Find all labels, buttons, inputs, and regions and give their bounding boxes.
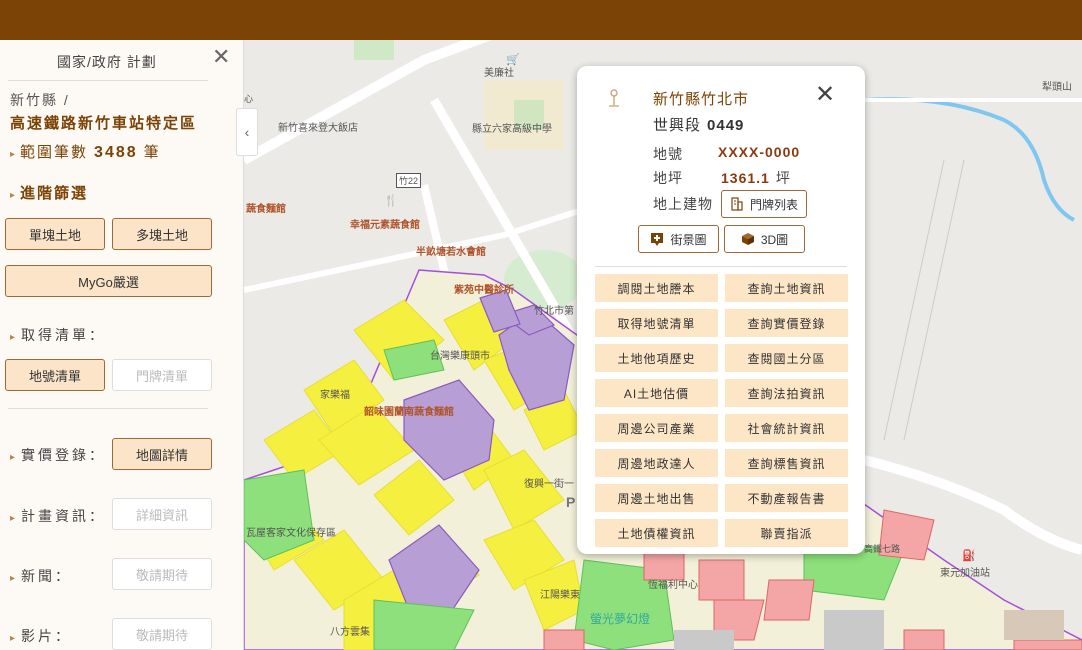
action-nearby-companies[interactable]: 周邊公司產業 — [595, 414, 718, 442]
popup-section: 世興段 0449 — [653, 117, 745, 134]
range-unit: 筆 — [143, 144, 161, 161]
parking-icon: P — [566, 494, 576, 510]
restaurant-icon: 🍴 — [384, 195, 398, 207]
action-land-transcript[interactable]: 調閱土地謄本 — [595, 274, 718, 302]
action-price-registry[interactable]: 查詢實價登錄 — [725, 309, 848, 337]
cube-icon — [741, 233, 754, 245]
building-icon — [731, 197, 743, 211]
map-label-hengfu: 恆福利中心 — [648, 580, 698, 591]
close-icon[interactable]: ✕ — [815, 80, 835, 110]
triangle-icon: ▸ — [10, 332, 19, 343]
video-pending-button: 敬請期待 — [112, 618, 212, 650]
advanced-filter-label: 進階篩選 — [20, 185, 89, 202]
map-label: 心 — [244, 94, 254, 104]
action-property-report[interactable]: 不動產報告書 — [725, 484, 848, 512]
top-bar — [0, 0, 1082, 40]
range-label: 範圍筆數 — [20, 144, 89, 161]
map-detail-button[interactable]: 地圖詳情 — [112, 438, 212, 470]
divider — [595, 266, 847, 267]
map-label-gaotie: 高鐵七路 — [864, 544, 901, 554]
mygo-button[interactable]: MyGo嚴選 — [5, 265, 212, 297]
advanced-filter[interactable]: ▸ 進階篩選 — [10, 182, 88, 203]
door-list-button: 門牌清單 — [112, 359, 212, 391]
close-icon[interactable]: ✕ — [212, 45, 230, 69]
plan-detail-button: 詳細資訊 — [112, 498, 212, 530]
multi-land-button[interactable]: 多塊土地 — [112, 218, 212, 250]
action-land-claims[interactable]: 土地債權資訊 — [595, 519, 718, 547]
action-lot-list[interactable]: 取得地號清單 — [595, 309, 718, 337]
action-land-history[interactable]: 土地他項歷史 — [595, 344, 718, 372]
sidebar-panel: 國家/政府 計劃 ✕ 新竹縣 / 高速鐵路新竹車站特定區 ▸ 範圍筆數 3488 筆 … — [0, 40, 244, 650]
range-count: ▸ 範圍筆數 3488 筆 — [10, 141, 161, 162]
get-list-label: ▸ 取得清單： — [10, 327, 107, 343]
map-label-meilianshe: 美廉社 — [484, 68, 514, 79]
map-label-jiale: 家樂福 — [320, 390, 350, 401]
lot-key: 地號 — [653, 146, 683, 162]
action-nearby-agents[interactable]: 周邊地政達人 — [595, 449, 718, 477]
map-label-road-zhu22: 竹22 — [396, 173, 422, 188]
triangle-icon: ▸ — [10, 573, 19, 584]
action-auction-info[interactable]: 查詢法拍資訊 — [725, 379, 848, 407]
action-nearby-sale[interactable]: 周邊土地出售 — [595, 484, 718, 512]
map-label-lightpark: 螢光夢幻燈 — [590, 612, 651, 626]
map-label-fuzhong: 復興一街一 — [524, 479, 574, 490]
map-pin-icon — [609, 89, 619, 107]
map-label-jiangyang: 江陽樂東 — [540, 590, 580, 601]
map-label-zijing: 紫苑中醫診所 — [454, 285, 514, 296]
view-3d-button[interactable]: 3D圖 — [724, 225, 805, 253]
map-label-lishan: 犁頭山 — [1042, 82, 1072, 93]
streetview-icon — [651, 233, 664, 246]
triangle-icon: ▸ — [10, 452, 19, 463]
district-name: 高速鐵路新竹車站特定區 — [10, 115, 198, 132]
lot-list-button[interactable]: 地號清單 — [5, 359, 105, 391]
map-label-hakka: 瓦屋客家文化保存區 — [246, 528, 336, 539]
action-land-info[interactable]: 查詢土地資訊 — [725, 274, 848, 302]
plan-label: ▸ 計畫資訊： — [10, 508, 107, 524]
county-label: 新竹縣 / — [10, 92, 70, 108]
triangle-icon: ▸ — [10, 149, 18, 160]
triangle-icon: ▸ — [10, 513, 19, 524]
sidebar-header: 國家/政府 計劃 ✕ — [0, 40, 243, 80]
lot-value: XXXX-0000 — [718, 144, 801, 160]
map-label-hotel: 新竹喜來登大飯店 — [278, 123, 358, 134]
video-label: ▸ 影片： — [10, 628, 73, 644]
map-label-noodle: 蔬食麵館 — [246, 204, 286, 215]
shop-icon: 🛒 — [506, 54, 520, 66]
news-pending-button: 敬請期待 — [112, 558, 212, 590]
map-label-zhubei: 竹北市第 — [534, 306, 574, 317]
map-label-dongyuan: 東元加油站 — [940, 568, 990, 579]
map-label-taiwan: 台灣樂康頭市 — [430, 351, 490, 362]
popup-county: 新竹縣竹北市 — [653, 91, 750, 108]
range-number: 3488 — [94, 144, 138, 161]
action-tender-info[interactable]: 查詢標售資訊 — [725, 449, 848, 477]
sidebar-title: 國家/政府 計劃 — [57, 54, 157, 70]
land-info-popup: ✕ 新竹縣竹北市 世興段 0449 地號 XXXX-0000 地坪 1361.1 坪… — [577, 66, 865, 554]
map-label-banxie: 半畝塘若水會館 — [416, 247, 486, 258]
gas-station-icon: ⛽ — [962, 550, 976, 562]
chevron-left-icon: ‹ — [244, 124, 250, 140]
triangle-icon: ▸ — [10, 633, 19, 644]
area-key: 地坪 — [653, 170, 683, 186]
divider — [8, 408, 208, 409]
action-ai-valuation[interactable]: AI土地估價 — [595, 379, 718, 407]
action-land-zoning[interactable]: 查閱國土分區 — [725, 344, 848, 372]
sidebar-collapse-button[interactable]: ‹ — [236, 108, 258, 156]
building-key: 地上建物 — [653, 196, 713, 212]
news-label: ▸ 新聞： — [10, 568, 73, 584]
divider — [8, 80, 208, 81]
area-value: 1361.1 坪 — [721, 170, 791, 186]
map-label-school: 縣立六家高級中學 — [472, 124, 552, 135]
map-label-liuyu: 八方雲集 — [330, 627, 370, 638]
single-land-button[interactable]: 單塊土地 — [5, 218, 105, 250]
streetview-button[interactable]: 街景圖 — [638, 225, 719, 253]
map-label-shaodong: 韶味園蘭南蔬食麵館 — [364, 407, 454, 418]
action-social-stats[interactable]: 社會統計資訊 — [725, 414, 848, 442]
triangle-icon: ▸ — [10, 190, 18, 201]
transaction-label: ▸ 實價登錄： — [10, 447, 107, 463]
action-joint-sale[interactable]: 聯賣指派 — [725, 519, 848, 547]
map-label-xingfu: 幸福元素蔬食館 — [350, 220, 420, 231]
door-list-popup-button[interactable]: 門牌列表 — [721, 190, 807, 218]
